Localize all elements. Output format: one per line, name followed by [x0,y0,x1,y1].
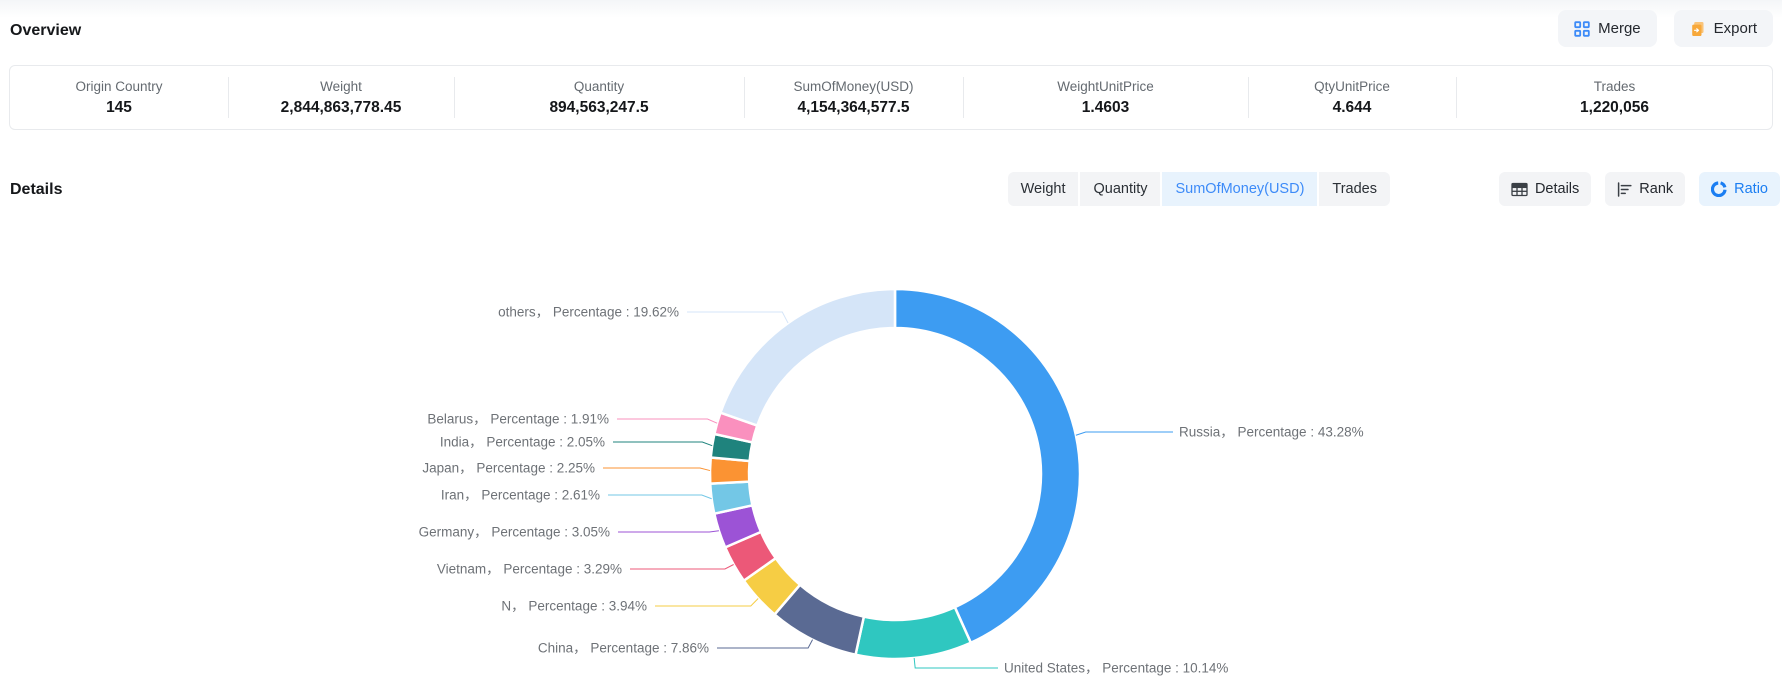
pie-label-others: others， Percentage : 19.62% [498,305,679,320]
pie-slice-russia[interactable] [895,289,1080,643]
pie-leader-n [655,599,758,606]
pie-leader-vietnam [630,564,734,569]
pie-leader-others [687,312,788,323]
pie-label-vietnam: Vietnam， Percentage : 3.29% [437,562,622,577]
pie-label-india: India， Percentage : 2.05% [440,435,605,450]
pie-label-japan: Japan， Percentage : 2.25% [422,461,595,476]
pie-leader-germany [618,531,719,532]
pie-label-n: N， Percentage : 3.94% [501,599,647,614]
pie-leader-china [717,640,813,648]
pie-label-united-states: United States， Percentage : 10.14% [1004,661,1228,676]
page: Overview Merge [0,0,1782,688]
pie-leader-japan [603,468,710,471]
pie-label-russia: Russia， Percentage : 43.28% [1179,425,1364,440]
pie-slice-united-states[interactable] [856,607,971,659]
pie-label-china: China， Percentage : 7.86% [538,641,709,656]
pie-leader-iran [608,495,712,499]
pie-label-germany: Germany， Percentage : 3.05% [419,525,610,540]
pie-leader-india [613,442,712,446]
pie-label-belarus: Belarus， Percentage : 1.91% [427,412,609,427]
donut-chart: Russia， Percentage : 43.28% United States… [0,0,1782,688]
pie-slice-others[interactable] [720,289,895,426]
pie-leader-belarus [617,419,717,423]
pie-leader-russia [1076,432,1173,435]
pie-leader-united-states [914,658,998,668]
pie-label-iran: Iran， Percentage : 2.61% [441,488,600,503]
